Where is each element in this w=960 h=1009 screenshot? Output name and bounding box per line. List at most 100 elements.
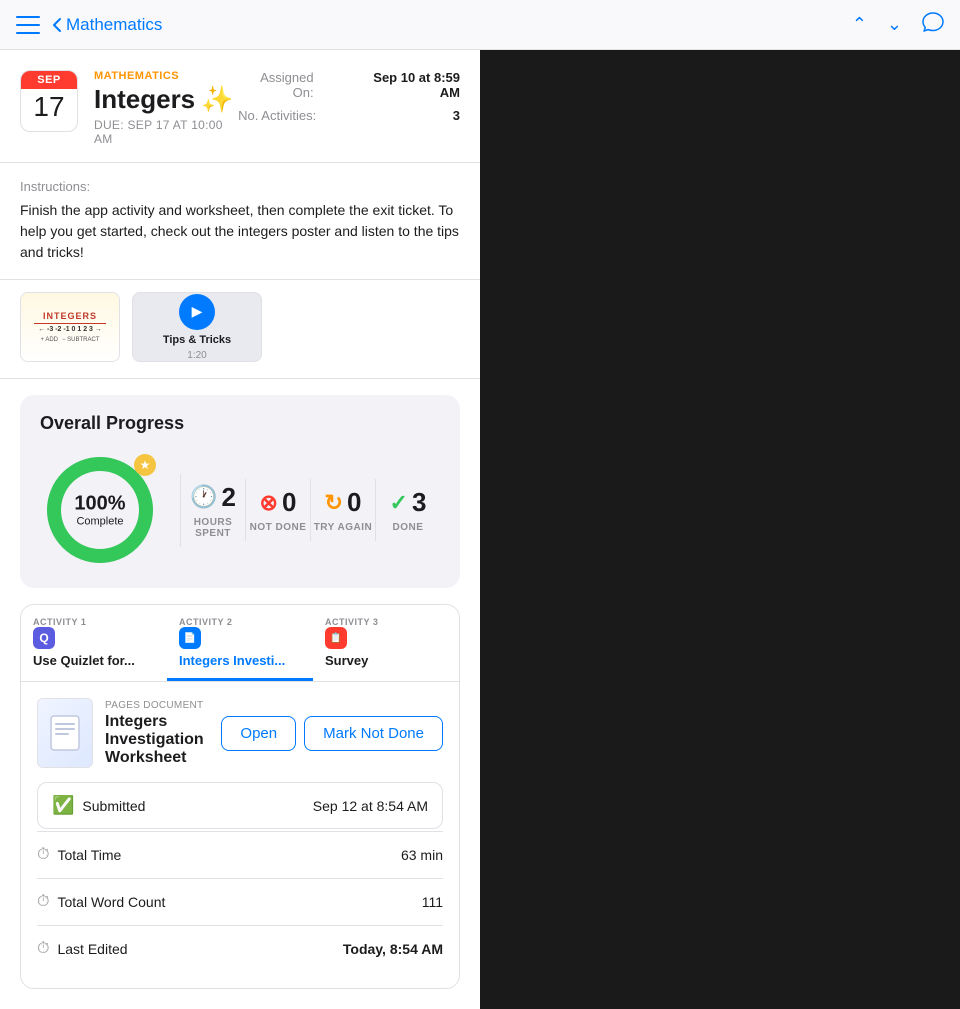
layout: SEP 17 MATHEMATICS Integers ✨ DUE: SEP 1… <box>0 50 960 1009</box>
activity-2-num: ACTIVITY 2 <box>179 617 301 627</box>
activity-1-icon: Q <box>33 627 55 649</box>
doc-row: PAGES DOCUMENT Integers Investigation Wo… <box>37 698 443 768</box>
total-word-count-label: Total Word Count <box>57 894 165 910</box>
star-badge: ★ <box>134 454 156 476</box>
down-nav-icon[interactable]: ⌄ <box>887 14 902 35</box>
activity-2-top: 📄 <box>179 627 301 651</box>
last-edited-value: Today, 8:54 AM <box>343 941 443 957</box>
submitted-row: ✅ Submitted Sep 12 at 8:54 AM <box>37 782 443 829</box>
no-activities-value: 3 <box>453 108 460 123</box>
submitted-time: Sep 12 at 8:54 AM <box>313 798 428 814</box>
activity-3-top: 📋 <box>325 627 447 651</box>
no-activities-row: No. Activities: 3 <box>238 108 460 123</box>
total-time-row: ⏱ Total Time 63 min <box>37 831 443 878</box>
integers-poster-thumb[interactable]: INTEGERS ← -3 -2 -1 0 1 2 3 → + ADD − SU… <box>20 292 120 362</box>
assignment-header: SEP 17 MATHEMATICS Integers ✨ DUE: SEP 1… <box>0 50 480 163</box>
instructions-section: Instructions: Finish the app activity an… <box>0 163 480 280</box>
last-edited-left: ⏱ Last Edited <box>37 940 128 958</box>
mark-not-done-button[interactable]: Mark Not Done <box>304 716 443 751</box>
try-again-value: 0 <box>347 487 361 518</box>
back-button[interactable]: Mathematics <box>52 15 162 35</box>
poster-ops: + ADD − SUBTRACT <box>40 337 99 343</box>
activity-tab-2[interactable]: ACTIVITY 2 📄 Integers Investi... <box>167 605 313 681</box>
title-emoji: ✨ <box>201 84 233 115</box>
submitted-text: Submitted <box>82 798 145 814</box>
stat-done: ✓ 3 DONE <box>375 479 440 541</box>
stat-try-again: ↻ 0 TRY AGAIN <box>310 479 375 541</box>
instructions-label: Instructions: <box>20 179 460 194</box>
activities-section: ACTIVITY 1 Q Use Quizlet for... ACTIVITY… <box>20 604 460 989</box>
tips-tricks-video[interactable]: ▶ Tips & Tricks 1:20 <box>132 292 262 362</box>
submitted-check-icon: ✅ <box>52 795 74 816</box>
assigned-on-label: Assigned On: <box>238 70 313 100</box>
hours-value: 2 <box>221 482 235 513</box>
not-done-icon: ⊗ <box>260 490 278 516</box>
not-done-value: 0 <box>282 487 296 518</box>
integers-poster: INTEGERS ← -3 -2 -1 0 1 2 3 → + ADD − SU… <box>21 293 119 361</box>
progress-row: 100% Complete ★ 🕐 2 HOURS SPENT <box>40 450 440 570</box>
main-content: SEP 17 MATHEMATICS Integers ✨ DUE: SEP 1… <box>0 50 480 1009</box>
bottom-spacer <box>0 989 480 1009</box>
poster-divider <box>34 323 106 324</box>
done-icon: ✓ <box>390 490 408 516</box>
stats-row: 🕐 2 HOURS SPENT ⊗ 0 NOT DONE <box>180 474 440 547</box>
submitted-left: ✅ Submitted <box>52 795 145 816</box>
last-edited-row: ⏱ Last Edited Today, 8:54 AM <box>37 925 443 972</box>
doc-actions: Open Mark Not Done <box>221 716 443 751</box>
activity-tab-1[interactable]: ACTIVITY 1 Q Use Quizlet for... <box>21 605 167 681</box>
try-again-icon: ↻ <box>325 490 343 516</box>
doc-name: Integers Investigation Worksheet <box>105 713 209 767</box>
done-value: 3 <box>412 487 426 518</box>
donut-center: 100% Complete <box>74 493 125 528</box>
done-label: DONE <box>376 522 440 533</box>
total-word-count-left: ⏱ Total Word Count <box>37 893 165 911</box>
calendar-icon: SEP 17 <box>20 70 78 132</box>
doc-type: PAGES DOCUMENT <box>105 700 209 711</box>
calendar-day: 17 <box>21 89 77 125</box>
stat-not-done: ⊗ 0 NOT DONE <box>245 479 310 541</box>
up-nav-icon[interactable]: ⌃ <box>852 14 867 35</box>
play-button[interactable]: ▶ <box>179 294 215 330</box>
activity-3-icon: 📋 <box>325 627 347 649</box>
activity-tab-3[interactable]: ACTIVITY 3 📋 Survey <box>313 605 459 681</box>
video-duration: 1:20 <box>187 350 206 361</box>
last-edited-label: Last Edited <box>57 941 127 957</box>
hours-label: HOURS SPENT <box>181 517 245 539</box>
sidebar-toggle-button[interactable] <box>16 16 40 34</box>
stat-hours-top: 🕐 2 <box>181 482 245 513</box>
total-word-count-value: 111 <box>422 894 443 910</box>
attachments-section: INTEGERS ← -3 -2 -1 0 1 2 3 → + ADD − SU… <box>0 280 480 379</box>
instructions-text: Finish the app activity and worksheet, t… <box>20 200 460 263</box>
comment-icon[interactable] <box>922 12 944 37</box>
donut-label: Complete <box>74 516 125 528</box>
total-time-value: 63 min <box>401 847 443 863</box>
assignment-info: MATHEMATICS Integers ✨ DUE: SEP 17 AT 10… <box>94 70 238 146</box>
activity-content: PAGES DOCUMENT Integers Investigation Wo… <box>21 682 459 988</box>
nav-bar: Mathematics ⌃ ⌄ <box>0 0 960 50</box>
calendar-month: SEP <box>21 71 77 89</box>
total-word-count-icon: ⏱ <box>37 893 49 911</box>
stat-try-again-top: ↻ 0 <box>311 487 375 518</box>
poster-numbers: ← -3 -2 -1 0 1 2 3 → <box>38 326 102 333</box>
assignment-title: Integers ✨ <box>94 84 238 115</box>
not-done-label: NOT DONE <box>246 522 310 533</box>
title-text: Integers <box>94 84 195 115</box>
total-word-count-row: ⏱ Total Word Count 111 <box>37 878 443 925</box>
right-panel <box>480 50 960 1009</box>
total-time-icon: ⏱ <box>37 846 49 864</box>
progress-section: Overall Progress 100% Complete ★ <box>20 395 460 588</box>
donut-percentage: 100% <box>74 493 125 516</box>
due-date: DUE: SEP 17 AT 10:00 AM <box>94 118 238 146</box>
activity-3-title: Survey <box>325 653 447 678</box>
no-activities-label: No. Activities: <box>238 108 316 123</box>
donut-chart: 100% Complete ★ <box>40 450 160 570</box>
activity-1-top: Q <box>33 627 155 651</box>
activity-2-icon: 📄 <box>179 627 201 649</box>
subject-label: MATHEMATICS <box>94 70 238 82</box>
open-button[interactable]: Open <box>221 716 296 751</box>
stat-done-top: ✓ 3 <box>376 487 440 518</box>
assigned-on-row: Assigned On: Sep 10 at 8:59 AM <box>238 70 460 100</box>
stat-hours-spent: 🕐 2 HOURS SPENT <box>180 474 245 547</box>
activity-2-title: Integers Investi... <box>179 653 301 678</box>
last-edited-icon: ⏱ <box>37 940 49 958</box>
